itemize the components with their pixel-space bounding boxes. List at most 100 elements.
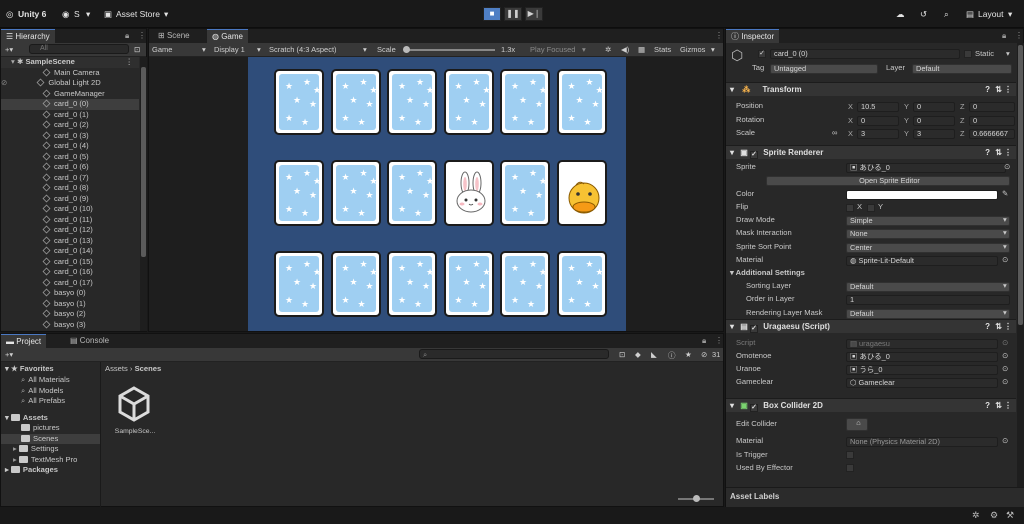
assets-header[interactable]: ▾ Assets bbox=[5, 413, 48, 424]
tag-dropdown[interactable]: Untagged bbox=[770, 64, 878, 74]
scale-slider-handle[interactable] bbox=[403, 46, 410, 53]
card-back[interactable]: ★ ★ ★ ★ ★ ★ ★ bbox=[556, 251, 607, 317]
hierarchy-item[interactable]: card_0 (13) bbox=[1, 236, 139, 247]
progress-icon[interactable]: ⚙ bbox=[990, 510, 998, 521]
more-icon[interactable]: ⋮ bbox=[125, 57, 133, 68]
help-icon[interactable]: ? bbox=[985, 320, 990, 334]
hierarchy-item[interactable]: GameManager bbox=[1, 89, 139, 100]
favorites-header[interactable]: ▾ ★ Favorites bbox=[5, 364, 54, 375]
favorite-item[interactable]: ⌕ All Models bbox=[21, 386, 63, 397]
lock-icon[interactable]: 🔒︎ bbox=[702, 336, 706, 346]
card-back[interactable]: ★ ★ ★ ★ ★ ★ ★ bbox=[330, 69, 381, 135]
tab-console[interactable]: ▤ Console bbox=[65, 334, 114, 348]
transform-position-z-input[interactable]: 0 bbox=[969, 102, 1015, 112]
add-icon[interactable]: +▾ bbox=[5, 350, 13, 359]
tab-hierarchy[interactable]: ☰ Hierarchy bbox=[1, 29, 55, 43]
hierarchy-item[interactable]: card_0 (4) bbox=[1, 141, 139, 152]
inspector-scrollbar[interactable] bbox=[1017, 43, 1024, 494]
play-button[interactable]: ■ bbox=[483, 7, 501, 21]
card-back[interactable]: ★ ★ ★ ★ ★ ★ ★ bbox=[387, 251, 437, 317]
draw-mode-dropdown[interactable]: Simple bbox=[846, 216, 1010, 226]
script-header[interactable]: ▾ ▤ ✓ Uragaesu (Script) ? ⇅ ⋮ bbox=[726, 319, 1016, 333]
object-picker-icon[interactable]: ⊙ bbox=[1002, 350, 1008, 362]
material-dropdown[interactable]: ◍ Sprite-Lit-Default bbox=[846, 256, 998, 266]
hierarchy-item[interactable]: card_0 (14) bbox=[1, 246, 139, 257]
card-back[interactable]: ★ ★ ★ ★ ★ ★ ★ bbox=[330, 160, 381, 226]
sorting-layer-dropdown[interactable]: Default bbox=[846, 282, 1010, 292]
search-options-icon[interactable]: ⊡ bbox=[134, 45, 140, 54]
search-icon[interactable]: ⌕ bbox=[944, 9, 949, 20]
hierarchy-item[interactable]: basyo (1) bbox=[1, 299, 139, 310]
box-collider-header[interactable]: ▾ ▣ ✓ Box Collider 2D ? ⇅ ⋮ bbox=[726, 398, 1016, 412]
link-icon[interactable]: ∞ bbox=[832, 127, 837, 139]
star-icon[interactable]: ★ bbox=[685, 350, 692, 359]
tab-scene[interactable]: ⊞ Scene bbox=[153, 29, 195, 43]
card-back[interactable]: ★ ★ ★ ★ ★ ★ ★ bbox=[443, 251, 494, 317]
step-button[interactable]: ▶❘ bbox=[525, 7, 543, 21]
order-in-layer-input[interactable]: 1 bbox=[846, 295, 1010, 305]
active-checkbox[interactable]: ✓ bbox=[758, 50, 766, 58]
script-enabled-checkbox[interactable]: ✓ bbox=[750, 325, 759, 333]
card-back[interactable]: ★ ★ ★ ★ ★ ★ ★ bbox=[387, 160, 437, 226]
object-picker-icon[interactable]: ⊙ bbox=[1002, 435, 1008, 447]
icon-size-handle[interactable] bbox=[693, 495, 700, 502]
hierarchy-item[interactable]: card_0 (2) bbox=[1, 120, 139, 131]
gameclear-field[interactable]: ⬡ Gameclear bbox=[846, 378, 998, 388]
box-collider-enabled-checkbox[interactable]: ✓ bbox=[750, 404, 759, 412]
collider-material-field[interactable]: None (Physics Material 2D) bbox=[846, 437, 998, 447]
transform-rotation-z-input[interactable]: 0 bbox=[969, 115, 1015, 126]
help-icon[interactable]: ? bbox=[985, 83, 990, 97]
tab-inspector[interactable]: ⓘ Inspector bbox=[726, 29, 780, 43]
hierarchy-item[interactable]: card_0 (6) bbox=[1, 162, 139, 173]
uranoe-field[interactable]: ▣ うら_0 bbox=[846, 365, 998, 375]
hierarchy-item[interactable]: card_0 (5) bbox=[1, 152, 139, 163]
asset-folder[interactable]: Scenes bbox=[1, 433, 100, 444]
card-back[interactable]: ★ ★ ★ ★ ★ ★ ★ bbox=[500, 251, 550, 317]
hierarchy-scrollbar[interactable] bbox=[140, 57, 147, 331]
sprite-renderer-enabled-checkbox[interactable]: ✓ bbox=[750, 151, 759, 159]
hierarchy-item[interactable]: card_0 (17) bbox=[1, 278, 139, 289]
preset-icon[interactable]: ⇅ bbox=[995, 83, 1002, 97]
edit-collider-button[interactable]: ⌂ bbox=[846, 418, 868, 431]
preset-icon[interactable]: ⇅ bbox=[995, 320, 1002, 334]
transform-scale-x-input[interactable]: 3 bbox=[857, 129, 899, 139]
transform-rotation-x-input[interactable]: 0 bbox=[857, 115, 899, 126]
hierarchy-item[interactable]: card_0 (8) bbox=[1, 183, 139, 194]
game-canvas[interactable]: ★ ★ ★ ★ ★ ★ ★ ★ ★ ★ ★ ★ ★ ★ ★ ★ ★ ★ ★ ★ ★ ★ ★ ★ ★ ★ ★ ★ ★ ★ ★ ★ ★ ★ ★ ★ ★ ★ ★ ★… bbox=[248, 57, 626, 331]
transform-rotation-y-input[interactable]: 0 bbox=[913, 115, 955, 126]
preset-icon[interactable]: ⇅ bbox=[995, 399, 1002, 413]
more-icon[interactable]: ⋮ bbox=[1004, 146, 1012, 160]
more-icon[interactable]: ⋮ bbox=[1004, 83, 1012, 97]
card-duck[interactable] bbox=[556, 160, 607, 226]
unity-logo-icon[interactable]: ◎ bbox=[6, 9, 13, 20]
project-search-input[interactable] bbox=[419, 349, 609, 359]
game-mode-dropdown[interactable]: Game bbox=[152, 45, 172, 54]
hierarchy-item[interactable]: card_0 (7) bbox=[1, 173, 139, 184]
transform-position-x-input[interactable]: 10.5 bbox=[857, 102, 899, 112]
tab-project[interactable]: ▬ Project bbox=[1, 334, 47, 348]
hierarchy-item[interactable]: card_0 (1) bbox=[1, 110, 139, 121]
used-by-effector-checkbox[interactable] bbox=[846, 464, 854, 472]
eyedropper-icon[interactable]: ✎ bbox=[1002, 188, 1008, 200]
more-icon[interactable]: ⋮ bbox=[715, 31, 723, 40]
settings-icon[interactable]: ⚒ bbox=[1006, 510, 1014, 521]
hierarchy-item[interactable]: card_0 (10) bbox=[1, 204, 139, 215]
play-focused-dropdown[interactable]: Play Focused bbox=[530, 45, 575, 54]
color-field[interactable] bbox=[846, 190, 998, 200]
hierarchy-item[interactable]: card_0 (3) bbox=[1, 131, 139, 142]
hierarchy-item[interactable]: ⊘ Global Light 2D bbox=[1, 78, 139, 89]
hierarchy-item[interactable]: card_0 (16) bbox=[1, 267, 139, 278]
card-back[interactable]: ★ ★ ★ ★ ★ ★ ★ bbox=[330, 251, 381, 317]
tab-game[interactable]: ◍ Game bbox=[207, 29, 248, 43]
hierarchy-search-input[interactable]: All bbox=[29, 44, 129, 54]
tag-icon[interactable]: ◣ bbox=[651, 350, 657, 359]
layers-icon[interactable]: ▤ bbox=[966, 9, 974, 20]
scale-slider-track[interactable] bbox=[405, 49, 495, 51]
card-back[interactable]: ★ ★ ★ ★ ★ ★ ★ bbox=[500, 160, 550, 226]
breadcrumb-scenes[interactable]: Scenes bbox=[135, 364, 162, 373]
object-picker-icon[interactable]: ⊙ bbox=[1004, 161, 1010, 173]
search-by-type-icon[interactable]: ⊡ bbox=[619, 350, 625, 359]
asset-labels-bar[interactable]: Asset Labels bbox=[726, 487, 1024, 507]
more-icon[interactable]: ⋮ bbox=[715, 336, 723, 345]
add-icon[interactable]: +▾ bbox=[5, 45, 13, 54]
